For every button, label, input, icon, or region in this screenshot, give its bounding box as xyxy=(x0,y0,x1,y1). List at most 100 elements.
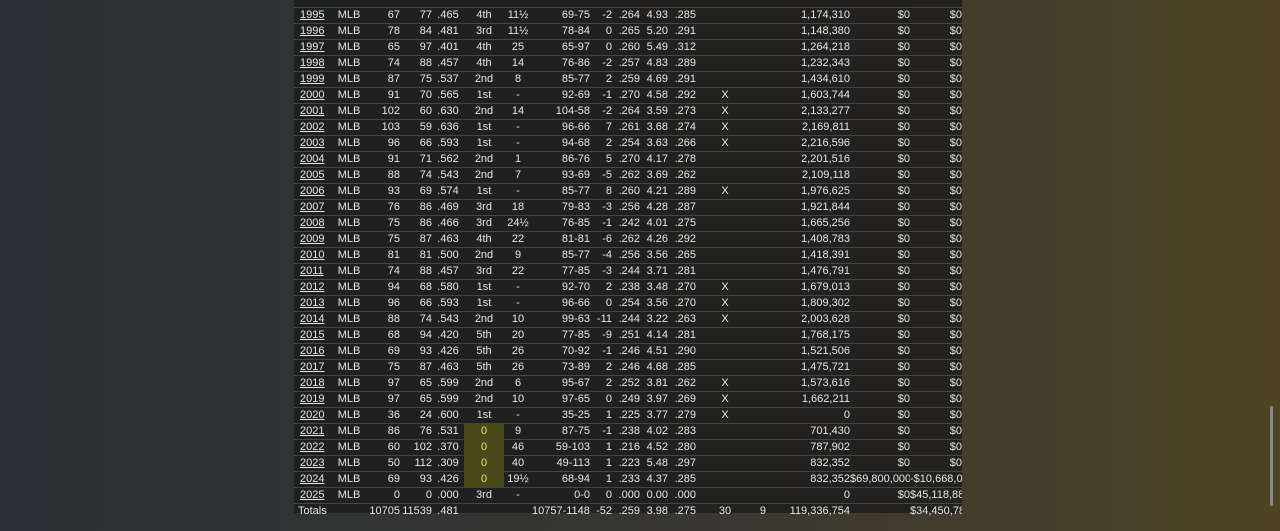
win-pct-cell: .457 xyxy=(432,263,464,280)
games-behind-cell: 14 xyxy=(504,103,532,120)
win-pct-cell: .636 xyxy=(432,119,464,136)
losses-cell xyxy=(400,0,432,8)
games-behind-cell: 14 xyxy=(504,55,532,72)
year-link[interactable]: 2022 xyxy=(294,439,334,456)
year-link[interactable]: 2007 xyxy=(294,199,334,216)
totals-label: Totals xyxy=(298,505,327,517)
profit-cell: $0 xyxy=(910,439,962,456)
pythag-diff-cell: 0 xyxy=(590,391,612,408)
era-cell: 4.93 xyxy=(640,7,668,24)
opp-avg-cell: .289 xyxy=(668,55,696,72)
finish-cell: 5th xyxy=(464,327,504,344)
year-link[interactable]: 2023 xyxy=(294,455,334,472)
era-cell: 4.51 xyxy=(640,343,668,360)
batting-avg-cell: .270 xyxy=(612,87,640,104)
wins-cell: 91 xyxy=(364,151,400,168)
year-link[interactable]: 2025 xyxy=(294,487,334,504)
era-cell: 3.68 xyxy=(640,119,668,136)
attendance-cell: 1,476,791 xyxy=(766,263,850,280)
season-row: 2017 MLB 75 87.463 5th 26 73-89 2.246 4.68.285 1,… xyxy=(294,359,962,376)
year-link[interactable]: 2019 xyxy=(294,391,334,408)
playoffs-cell xyxy=(696,423,754,440)
playoffs-cell: X xyxy=(696,375,754,392)
win-pct-cell: .531 xyxy=(432,423,464,440)
year-link[interactable]: 2002 xyxy=(294,119,334,136)
year-link[interactable]: 2016 xyxy=(294,343,334,360)
season-row: 2020 MLB 36 24.600 1st -35-25 1.225 3.77.279 X 0 $… xyxy=(294,407,962,424)
ws-cell xyxy=(754,231,766,248)
games-behind-cell: 10 xyxy=(504,391,532,408)
scrollbar-thumb[interactable] xyxy=(1270,406,1273,506)
payroll-cell: $0 xyxy=(850,231,910,248)
losses-cell: 84 xyxy=(400,23,432,40)
finish-cell: 2nd xyxy=(464,247,504,264)
year-link[interactable]: 2005 xyxy=(294,167,334,184)
pythag-diff-cell: 0 xyxy=(590,39,612,56)
year-link[interactable]: 2012 xyxy=(294,279,334,296)
season-row: 2015 MLB 68 94.420 5th 20 77-85 -9.251 4.14.281 1… xyxy=(294,327,962,344)
losses-cell: 94 xyxy=(400,327,432,344)
playoffs-cell xyxy=(696,71,754,88)
profit-cell: $0 xyxy=(910,39,962,56)
year-link[interactable]: 1999 xyxy=(294,71,334,88)
year-link[interactable]: 2020 xyxy=(294,407,334,424)
year-link[interactable]: 2024 xyxy=(294,471,334,488)
finish-cell: 0 xyxy=(464,471,504,488)
season-row: 1999 MLB 87 75.537 2nd 8 85-77 2.259 4.69.291 1,4… xyxy=(294,71,962,88)
year-link[interactable]: 2014 xyxy=(294,311,334,328)
payroll-cell: $0 xyxy=(850,135,910,152)
year-link[interactable]: 2001 xyxy=(294,103,334,120)
year-link[interactable]: 2017 xyxy=(294,359,334,376)
year-link[interactable]: 2004 xyxy=(294,151,334,168)
year-link[interactable]: 2008 xyxy=(294,215,334,232)
ws-cell xyxy=(754,327,766,344)
wins-cell: 96 xyxy=(364,295,400,312)
games-behind-cell: 9 xyxy=(504,423,532,440)
payroll-cell: $0 xyxy=(850,87,910,104)
opp-avg-cell: .285 xyxy=(668,359,696,376)
losses-cell: 69 xyxy=(400,183,432,200)
profit-cell: $0 xyxy=(910,23,962,40)
wins-cell: 102 xyxy=(364,103,400,120)
playoffs-cell xyxy=(696,263,754,280)
payroll-cell: $0 xyxy=(850,263,910,280)
playoffs-cell xyxy=(696,7,754,24)
league-cell: MLB xyxy=(334,23,364,40)
year-link[interactable]: 2013 xyxy=(294,295,334,312)
year-link[interactable]: 2015 xyxy=(294,327,334,344)
attendance-cell: 1,809,302 xyxy=(766,295,850,312)
year-link[interactable] xyxy=(294,0,334,8)
losses-cell: 87 xyxy=(400,231,432,248)
attendance-cell: 2,109,118 xyxy=(766,167,850,184)
year-link[interactable]: 2011 xyxy=(294,263,334,280)
profit-cell: $0 xyxy=(910,263,962,280)
league-cell: MLB xyxy=(334,247,364,264)
year-link[interactable]: 2009 xyxy=(294,231,334,248)
year-link[interactable]: 1998 xyxy=(294,55,334,72)
season-row: 2002 MLB 103 59.636 1st -96-66 7.261 3.68.274 X 2… xyxy=(294,119,962,136)
pythag-record-cell: 70-92 xyxy=(532,343,590,360)
attendance-cell: 2,133,277 xyxy=(766,103,850,120)
year-link[interactable]: 1996 xyxy=(294,23,334,40)
era-cell: 4.69 xyxy=(640,71,668,88)
year-link[interactable]: 2010 xyxy=(294,247,334,264)
era-cell: 5.49 xyxy=(640,39,668,56)
profit-cell: $0 xyxy=(910,71,962,88)
vertical-scrollbar[interactable] xyxy=(1268,0,1274,531)
year-link[interactable]: 1995 xyxy=(294,7,334,24)
ws-cell xyxy=(754,279,766,296)
finish-cell: 2nd xyxy=(464,311,504,328)
payroll-cell: $0 xyxy=(850,183,910,200)
year-link[interactable]: 2000 xyxy=(294,87,334,104)
year-link[interactable]: 2003 xyxy=(294,135,334,152)
win-pct-cell: .401 xyxy=(432,39,464,56)
playoffs-cell xyxy=(696,471,754,488)
year-link[interactable]: 1997 xyxy=(294,39,334,56)
losses-cell: 77 xyxy=(400,7,432,24)
wins-cell xyxy=(364,0,400,8)
year-link[interactable]: 2006 xyxy=(294,183,334,200)
pythag-diff-cell: 2 xyxy=(590,279,612,296)
season-row: 2025 MLB 0 0.000 3rd -0-0 0.000 0.00.000 0 $0 $45,… xyxy=(294,487,962,504)
year-link[interactable]: 2018 xyxy=(294,375,334,392)
year-link[interactable]: 2021 xyxy=(294,423,334,440)
